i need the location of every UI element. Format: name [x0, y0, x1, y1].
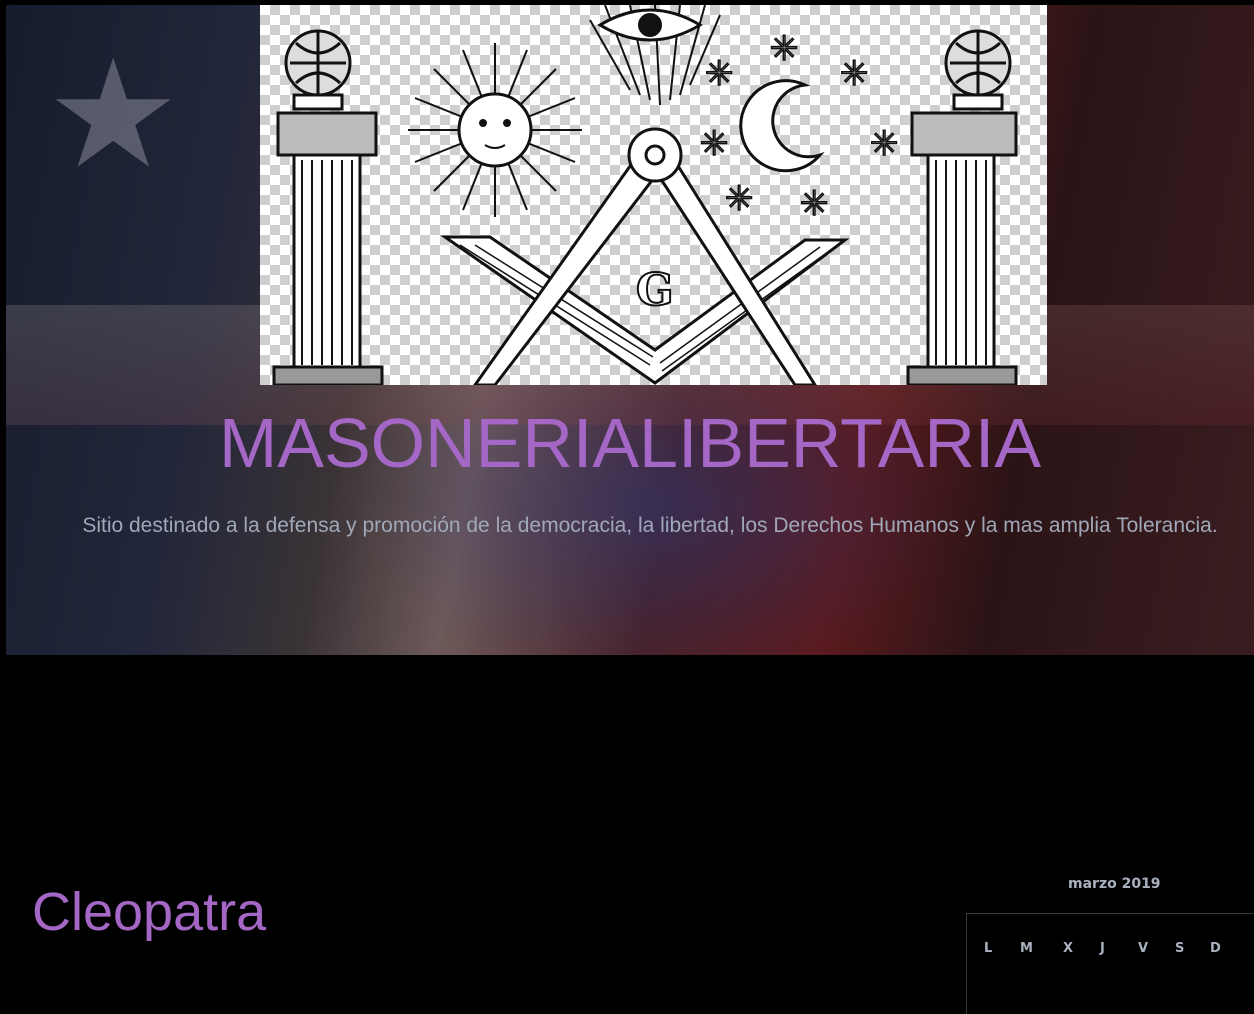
site-header: ★ ✳ ✳ ✳ ✳ ✳ ✳ ✳ G MASONERIALIBERTARIA Si… — [6, 5, 1254, 655]
flag-star-icon: ★ — [46, 28, 181, 202]
masonic-symbols-illustration: ✳✳ ✳ ✳✳✳ ✳ G — [272, 5, 1018, 385]
calendar-widget: L M X J V S D — [966, 913, 1254, 1014]
left-pillar-icon — [272, 29, 384, 385]
calendar-day-header: L — [984, 941, 993, 956]
moon-icon — [739, 79, 825, 173]
svg-text:✳: ✳ — [705, 54, 734, 94]
calendar-day-header: M — [1020, 941, 1033, 956]
svg-text:✳: ✳ — [840, 54, 869, 94]
calendar-day-header: S — [1175, 941, 1185, 956]
post-title[interactable]: Cleopatra — [32, 880, 266, 944]
site-description: Sitio destinado a la defensa y promoción… — [82, 514, 1218, 537]
svg-text:✳: ✳ — [870, 124, 899, 164]
svg-text:✳: ✳ — [725, 179, 754, 219]
all-seeing-eye-icon — [589, 5, 721, 106]
stars-icon: ✳✳ ✳ ✳✳✳ ✳ — [699, 28, 899, 225]
calendar-day-header: J — [1100, 941, 1105, 956]
calendar-caption: marzo 2019 — [1068, 876, 1161, 892]
calendar-day-header: X — [1063, 941, 1074, 956]
svg-text:✳: ✳ — [770, 29, 799, 69]
calendar-day-header: D — [1210, 941, 1221, 956]
sun-icon — [408, 43, 582, 217]
header-image[interactable]: ✳ ✳ ✳ ✳ ✳ ✳ ✳ G — [260, 5, 1047, 385]
letter-g-icon: G — [636, 265, 674, 316]
svg-text:✳: ✳ — [700, 124, 729, 164]
svg-text:✳: ✳ — [800, 184, 829, 224]
right-pillar-icon — [906, 29, 1018, 385]
calendar-day-header: V — [1138, 941, 1149, 956]
site-title[interactable]: MASONERIALIBERTARIA — [6, 403, 1254, 483]
